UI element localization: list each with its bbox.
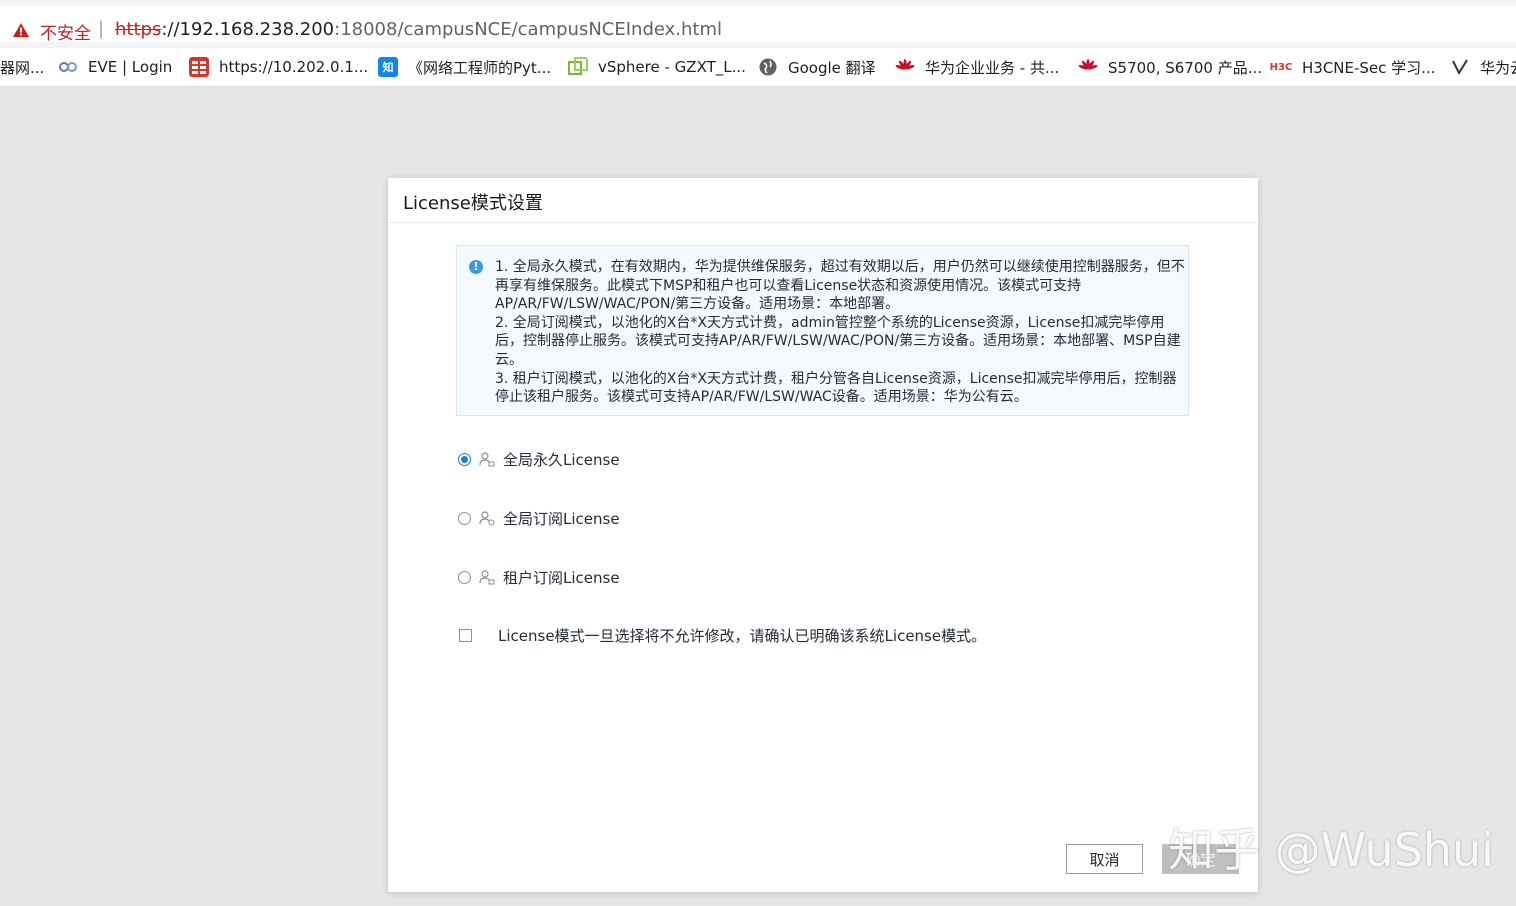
- zhihu-icon: 知: [378, 57, 398, 77]
- option-global-subscription[interactable]: 全局订阅License: [458, 507, 620, 529]
- huawei-icon: [895, 57, 915, 77]
- bookmark-vsphere[interactable]: vSphere - GZXT_L...: [568, 48, 746, 86]
- info-panel: ! 1. 全局永久模式，在有效期内，华为提供维保服务，超过有效期以后，用户仍然可…: [456, 245, 1189, 416]
- bookmark-label: S5700, S6700 产品...: [1108, 57, 1262, 78]
- confirm-row[interactable]: License模式一旦选择将不允许修改，请确认已明确该系统License模式。: [459, 625, 986, 645]
- bookmark-h3cne-sec[interactable]: H3C H3CNE-Sec 学习...: [1270, 48, 1435, 86]
- browser-address-bar: 不安全 | https://192.168.238.200:18008/camp…: [0, 0, 1516, 48]
- cancel-button[interactable]: 取消: [1066, 844, 1143, 874]
- url-path: :18008/campusNCE/campusNCEIndex.html: [334, 19, 722, 40]
- option-label: 全局永久License: [503, 449, 620, 470]
- info-icon: !: [469, 260, 483, 274]
- huawei-icon: [1078, 57, 1098, 77]
- radio-unselected[interactable]: [458, 571, 471, 584]
- bookmark-label: H3CNE-Sec 学习...: [1302, 57, 1435, 78]
- dialog-header-divider: [388, 222, 1258, 223]
- confirm-text: License模式一旦选择将不允许修改，请确认已明确该系统License模式。: [498, 625, 986, 646]
- option-tenant-subscription[interactable]: 租户订阅License: [458, 566, 620, 588]
- fortinet-icon: [189, 57, 209, 77]
- bookmark-https-10-202[interactable]: https://10.202.0.1...: [189, 48, 368, 86]
- dialog-title: License模式设置: [403, 189, 543, 215]
- warning-icon[interactable]: [12, 22, 30, 38]
- bookmark-s5700[interactable]: S5700, S6700 产品...: [1078, 48, 1262, 86]
- user-license-icon: [479, 451, 495, 467]
- info-line-3: 3. 租户订阅模式，以池化的X台*X天方式计费，租户分管各自License资源，…: [495, 370, 1185, 407]
- generic-icon: [1450, 57, 1470, 77]
- radio-unselected[interactable]: [458, 512, 471, 525]
- bookmark-label: 器网...: [0, 57, 44, 78]
- confirm-checkbox[interactable]: [459, 629, 472, 642]
- bookmark-item[interactable]: 器网...: [0, 48, 44, 86]
- bookmark-huawei-enterprise[interactable]: 华为企业业务 - 共...: [895, 48, 1059, 86]
- info-line-2: 2. 全局订阅模式，以池化的X台*X天方式计费，admin管控整个系统的Lice…: [495, 314, 1185, 370]
- user-license-icon: [479, 569, 495, 585]
- bookmark-label: vSphere - GZXT_L...: [598, 58, 746, 76]
- url-text[interactable]: https://192.168.238.200:18008/campusNCE/…: [115, 19, 722, 40]
- bookmark-label: https://10.202.0.1...: [219, 58, 368, 76]
- insecure-label[interactable]: 不安全: [40, 19, 91, 44]
- bookmark-zhihu-python[interactable]: 知 《网络工程师的Pyt...: [378, 48, 551, 86]
- bookmark-label: EVE | Login: [88, 58, 172, 76]
- watermark: 知乎 @WuShui: [1168, 814, 1494, 880]
- vsphere-icon: [568, 57, 588, 77]
- globe-icon: [758, 57, 778, 77]
- bookmark-google-translate[interactable]: Google 翻译: [758, 48, 876, 86]
- url-separator: |: [98, 18, 104, 39]
- bookmark-huawei-cloud[interactable]: 华为云: [1450, 48, 1516, 86]
- option-label: 租户订阅License: [503, 567, 620, 588]
- bookmark-label: 华为云: [1480, 57, 1516, 78]
- option-global-perpetual[interactable]: 全局永久License: [458, 448, 620, 470]
- bookmarks-bar: 器网... EVE | Login https://10.202.0.1... …: [0, 48, 1516, 87]
- h3c-icon: H3C: [1270, 57, 1292, 77]
- bookmark-eve-login[interactable]: EVE | Login: [58, 48, 172, 86]
- bookmark-label: 《网络工程师的Pyt...: [408, 57, 551, 78]
- bookmark-label: 华为企业业务 - 共...: [925, 57, 1059, 78]
- url-host: ://192.168.238.200: [161, 19, 334, 40]
- radio-selected[interactable]: [458, 453, 471, 466]
- bookmark-label: Google 翻译: [788, 57, 876, 78]
- license-mode-dialog: License模式设置 ! 1. 全局永久模式，在有效期内，华为提供维保服务，超…: [388, 178, 1258, 892]
- info-text: 1. 全局永久模式，在有效期内，华为提供维保服务，超过有效期以后，用户仍然可以继…: [495, 258, 1185, 407]
- eve-icon: [58, 57, 78, 77]
- option-label: 全局订阅License: [503, 508, 620, 529]
- url-scheme: https: [115, 19, 161, 40]
- omnibox[interactable]: 不安全 | https://192.168.238.200:18008/camp…: [0, 6, 1516, 42]
- info-line-1: 1. 全局永久模式，在有效期内，华为提供维保服务，超过有效期以后，用户仍然可以继…: [495, 258, 1185, 314]
- user-license-icon: [479, 510, 495, 526]
